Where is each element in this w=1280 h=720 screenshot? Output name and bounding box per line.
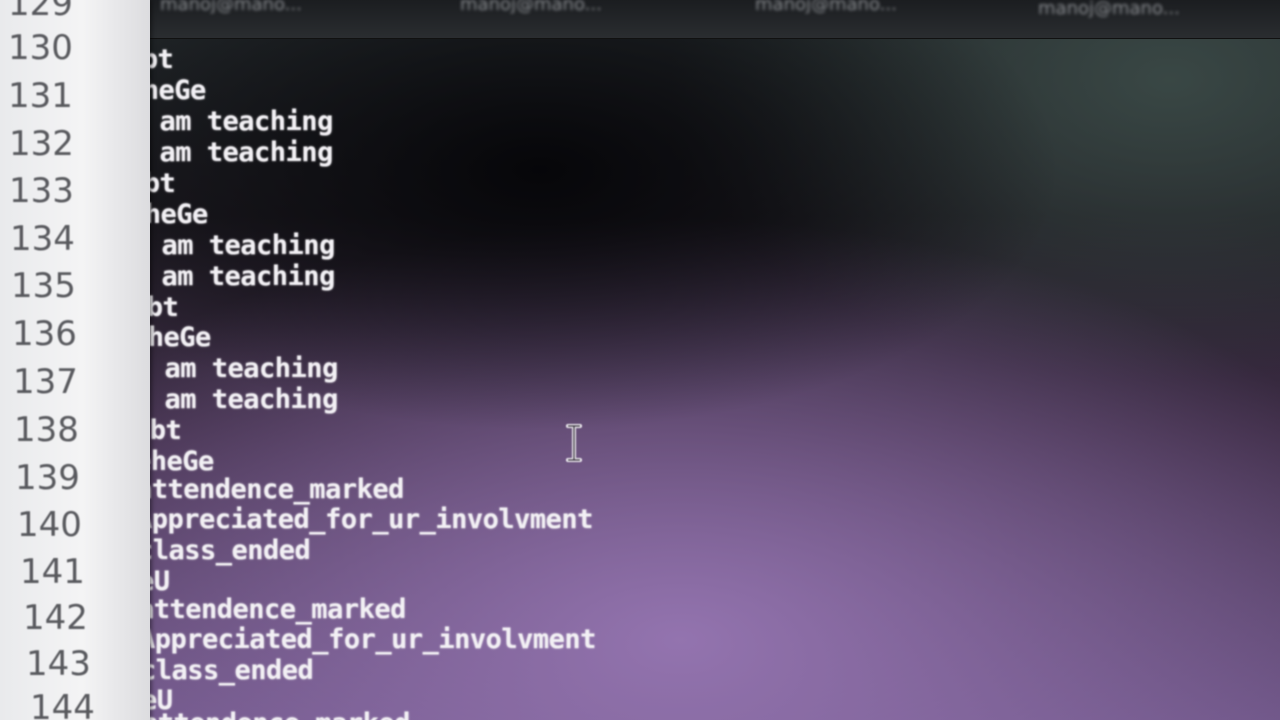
terminal-output-line: attendence_marked xyxy=(142,708,410,720)
line-number: 140 xyxy=(17,505,82,545)
terminal-tab-bar: manoj@mano... manoj@mano... manoj@mano..… xyxy=(120,0,1280,39)
line-number: 130 xyxy=(8,28,73,68)
terminal-output-line: I am teaching xyxy=(130,261,335,292)
line-number: 137 xyxy=(13,362,78,402)
terminal-output-line: I am teaching xyxy=(128,137,333,168)
editor-line-number-gutter: 129 130 131 132 133 134 135 136 137 138 … xyxy=(0,0,150,720)
line-number: 141 xyxy=(20,552,85,592)
terminal-tab[interactable]: manoj@mano... xyxy=(460,0,602,26)
terminal-output-line: I am teaching xyxy=(130,230,335,261)
line-number: 129 xyxy=(8,0,73,24)
line-number: 131 xyxy=(8,76,73,116)
terminal-tab[interactable]: manoj@mano... xyxy=(160,0,302,26)
line-number: 134 xyxy=(10,219,75,259)
terminal-output-line: attendence_marked xyxy=(138,594,406,625)
line-number: 136 xyxy=(12,314,77,354)
line-number: 142 xyxy=(23,598,88,638)
line-number: 135 xyxy=(11,266,76,306)
line-number: 133 xyxy=(9,171,74,211)
terminal-output-line: I am teaching xyxy=(133,353,338,384)
line-number: 144 xyxy=(30,688,95,720)
photo-of-screen: 129 130 131 132 133 134 135 136 137 138 … xyxy=(0,0,1280,720)
terminal-output-line: I am teaching xyxy=(133,384,338,415)
terminal-output-line: class_ended xyxy=(137,535,311,566)
terminal-tab[interactable]: manoj@mano... xyxy=(755,0,897,26)
line-number: 143 xyxy=(26,644,91,684)
line-number: 132 xyxy=(9,124,74,164)
line-number: 138 xyxy=(14,410,79,450)
terminal-output-line: Appreciated_for_ur_involvment xyxy=(136,504,593,535)
terminal-output-line: class_ended xyxy=(140,655,314,686)
line-number: 139 xyxy=(15,458,80,498)
terminal-window[interactable]: manoj@mano... manoj@mano... manoj@mano..… xyxy=(120,0,1280,720)
terminal-output-line: I am teaching xyxy=(128,106,333,137)
i-beam-cursor-icon xyxy=(566,424,582,462)
terminal-output-line: attendence_marked xyxy=(136,474,404,505)
terminal-output-line: Appreciated_for_ur_involvment xyxy=(139,624,596,655)
terminal-tab[interactable]: manoj@mano... xyxy=(1038,0,1180,30)
